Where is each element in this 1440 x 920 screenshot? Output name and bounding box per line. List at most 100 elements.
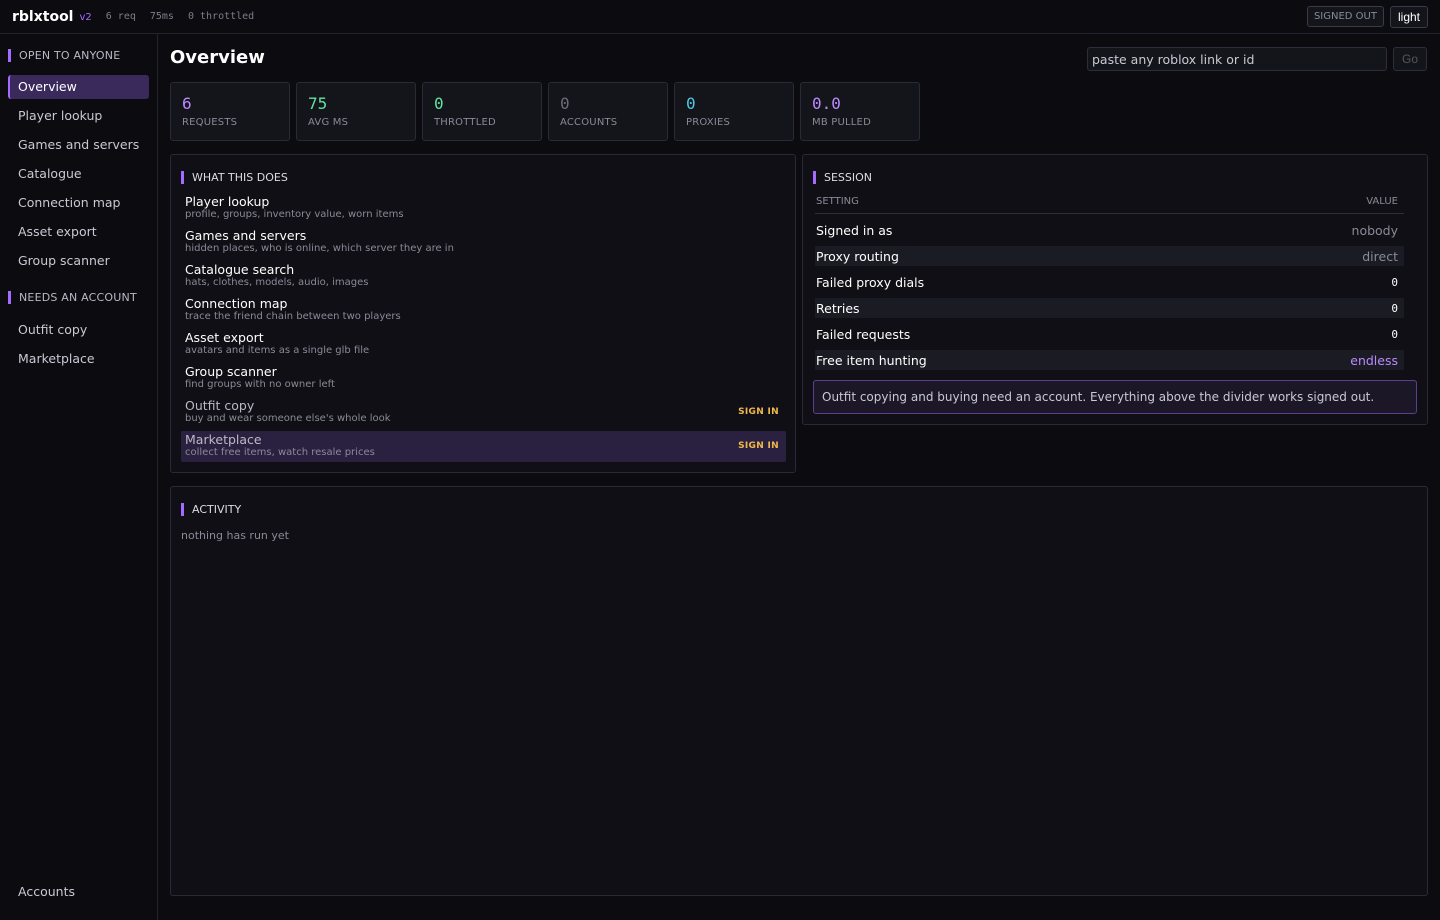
feature-item-player-lookup[interactable]: Player lookup profile, groups, inventory… <box>181 193 786 224</box>
session-panel: SESSION SETTING VALUE Signed in as nobod… <box>802 154 1428 425</box>
feature-item-connection-map[interactable]: Connection map trace the friend chain be… <box>181 295 786 326</box>
sidebar-item-player-lookup[interactable]: Player lookup <box>8 104 149 128</box>
search-input[interactable] <box>1087 47 1387 71</box>
section-accent-bar <box>8 48 11 62</box>
feature-title: Outfit copy <box>185 398 255 413</box>
feature-description: collect free items, watch resale prices <box>185 447 375 458</box>
setting-value: direct <box>1362 248 1398 264</box>
stat-label: MB PULLED <box>812 117 871 128</box>
stat-value: 75 <box>308 94 328 113</box>
panel-accent-bar <box>181 502 184 516</box>
activity-panel: ACTIVITY nothing has run yet <box>170 486 1428 896</box>
panel-heading-label: WHAT THIS DOES <box>192 170 288 184</box>
table-row: Failed proxy dials 0 <box>815 272 1404 292</box>
top-bar: rblxtool v2 6 req 75ms 0 throttled SIGNE… <box>0 0 1440 34</box>
setting-key: Signed in as <box>816 222 893 238</box>
panel-heading: ACTIVITY <box>181 502 241 516</box>
setting-key: Failed requests <box>816 326 911 342</box>
main-content: Overview Go 6 REQUESTS 75 AVG MS 0 THROT… <box>158 34 1440 920</box>
stat-label: PROXIES <box>686 117 731 128</box>
setting-key: Retries <box>816 300 860 316</box>
stat-card-requests: 6 REQUESTS <box>170 82 290 141</box>
panel-heading-label: SESSION <box>824 170 873 184</box>
sidebar-item-connection-map[interactable]: Connection map <box>8 191 149 215</box>
feature-description: avatars and items as a single glb file <box>185 345 370 356</box>
column-header-value: VALUE <box>1366 196 1398 207</box>
sidebar-item-marketplace[interactable]: Marketplace <box>8 347 149 371</box>
feature-description: buy and wear someone else's whole look <box>185 413 391 424</box>
setting-value: 0 <box>1391 327 1398 341</box>
setting-value: 0 <box>1391 301 1398 315</box>
sidebar-section-account: NEEDS AN ACCOUNT <box>0 289 157 305</box>
feature-item-asset-export[interactable]: Asset export avatars and items as a sing… <box>181 329 786 360</box>
sidebar-item-asset-export[interactable]: Asset export <box>8 220 149 244</box>
panel-heading-label: ACTIVITY <box>192 502 242 516</box>
table-row: Retries 0 <box>815 298 1404 318</box>
feature-description: profile, groups, inventory value, worn i… <box>185 209 404 220</box>
go-button[interactable]: Go <box>1393 47 1427 71</box>
feature-title: Marketplace <box>185 432 262 447</box>
sidebar-section-label: OPEN TO ANYONE <box>19 48 121 62</box>
feature-description: hidden places, who is online, which serv… <box>185 243 454 254</box>
stat-value: 0 <box>686 94 696 113</box>
stat-label: THROTTLED <box>434 117 496 128</box>
feature-item-group-scanner[interactable]: Group scanner find groups with no owner … <box>181 363 786 394</box>
sign-in-link[interactable]: SIGN IN <box>738 407 779 417</box>
setting-key: Failed proxy dials <box>816 274 925 290</box>
feature-title: Catalogue search <box>185 262 295 277</box>
account-note: Outfit copying and buying need an accoun… <box>813 380 1417 414</box>
table-row: Free item hunting endless <box>815 350 1404 370</box>
stat-card-throttled: 0 THROTTLED <box>422 82 542 141</box>
sidebar-section-open: OPEN TO ANYONE <box>0 47 157 63</box>
request-count: 6 req <box>105 11 136 22</box>
setting-value: endless <box>1350 352 1398 368</box>
stat-label: REQUESTS <box>182 117 238 128</box>
signed-out-badge: SIGNED OUT <box>1306 6 1384 27</box>
stat-value: 0.0 <box>812 94 841 113</box>
stat-card-avg-ms: 75 AVG MS <box>296 82 416 141</box>
sidebar-item-outfit-copy[interactable]: Outfit copy <box>8 318 149 342</box>
sidebar-section-label: NEEDS AN ACCOUNT <box>19 290 137 304</box>
setting-key: Proxy routing <box>816 248 899 264</box>
setting-value: nobody <box>1351 222 1398 238</box>
table-row: Proxy routing direct <box>815 246 1404 266</box>
theme-toggle-button[interactable]: light <box>1389 5 1428 28</box>
page-title: Overview <box>170 47 265 68</box>
panel-accent-bar <box>813 170 816 184</box>
stat-value: 0 <box>560 94 570 113</box>
feature-description: find groups with no owner left <box>185 379 335 390</box>
sign-in-link[interactable]: SIGN IN <box>738 441 779 451</box>
table-row: Failed requests 0 <box>815 324 1404 344</box>
app-version: v2 <box>79 12 92 23</box>
stat-value: 0 <box>434 94 444 113</box>
feature-item-marketplace[interactable]: Marketplace collect free items, watch re… <box>181 431 786 462</box>
app-name: rblxtool <box>12 8 74 25</box>
panel-heading: WHAT THIS DOES <box>181 170 288 184</box>
feature-description: hats, clothes, models, audio, images <box>185 277 369 288</box>
feature-description: trace the friend chain between two playe… <box>185 311 401 322</box>
panel-heading: SESSION <box>813 170 872 184</box>
features-panel: WHAT THIS DOES Player lookup profile, gr… <box>170 154 796 473</box>
session-table: SETTING VALUE Signed in as nobody Proxy … <box>815 196 1404 370</box>
feature-item-games-and-servers[interactable]: Games and servers hidden places, who is … <box>181 227 786 258</box>
section-accent-bar <box>8 290 11 304</box>
setting-key: Free item hunting <box>816 352 927 368</box>
stat-card-mb-pulled: 0.0 MB PULLED <box>800 82 920 141</box>
sidebar-item-accounts[interactable]: Accounts <box>8 880 150 904</box>
stat-value: 6 <box>182 94 192 113</box>
feature-item-outfit-copy[interactable]: Outfit copy buy and wear someone else's … <box>181 397 786 428</box>
panel-accent-bar <box>181 170 184 184</box>
feature-title: Games and servers <box>185 228 307 243</box>
stat-card-accounts: 0 ACCOUNTS <box>548 82 668 141</box>
sidebar-item-group-scanner[interactable]: Group scanner <box>8 249 149 273</box>
feature-item-catalogue-search[interactable]: Catalogue search hats, clothes, models, … <box>181 261 786 292</box>
sidebar-item-catalogue[interactable]: Catalogue <box>8 162 149 186</box>
sidebar-item-games-and-servers[interactable]: Games and servers <box>8 133 149 157</box>
stat-card-proxies: 0 PROXIES <box>674 82 794 141</box>
feature-title: Group scanner <box>185 364 277 379</box>
activity-empty-state: nothing has run yet <box>181 529 289 542</box>
stats-row: 6 REQUESTS 75 AVG MS 0 THROTTLED 0 ACCOU… <box>170 82 920 141</box>
stat-label: ACCOUNTS <box>560 117 618 128</box>
sidebar-item-overview[interactable]: Overview <box>8 75 149 99</box>
table-row: Signed in as nobody <box>815 220 1404 240</box>
